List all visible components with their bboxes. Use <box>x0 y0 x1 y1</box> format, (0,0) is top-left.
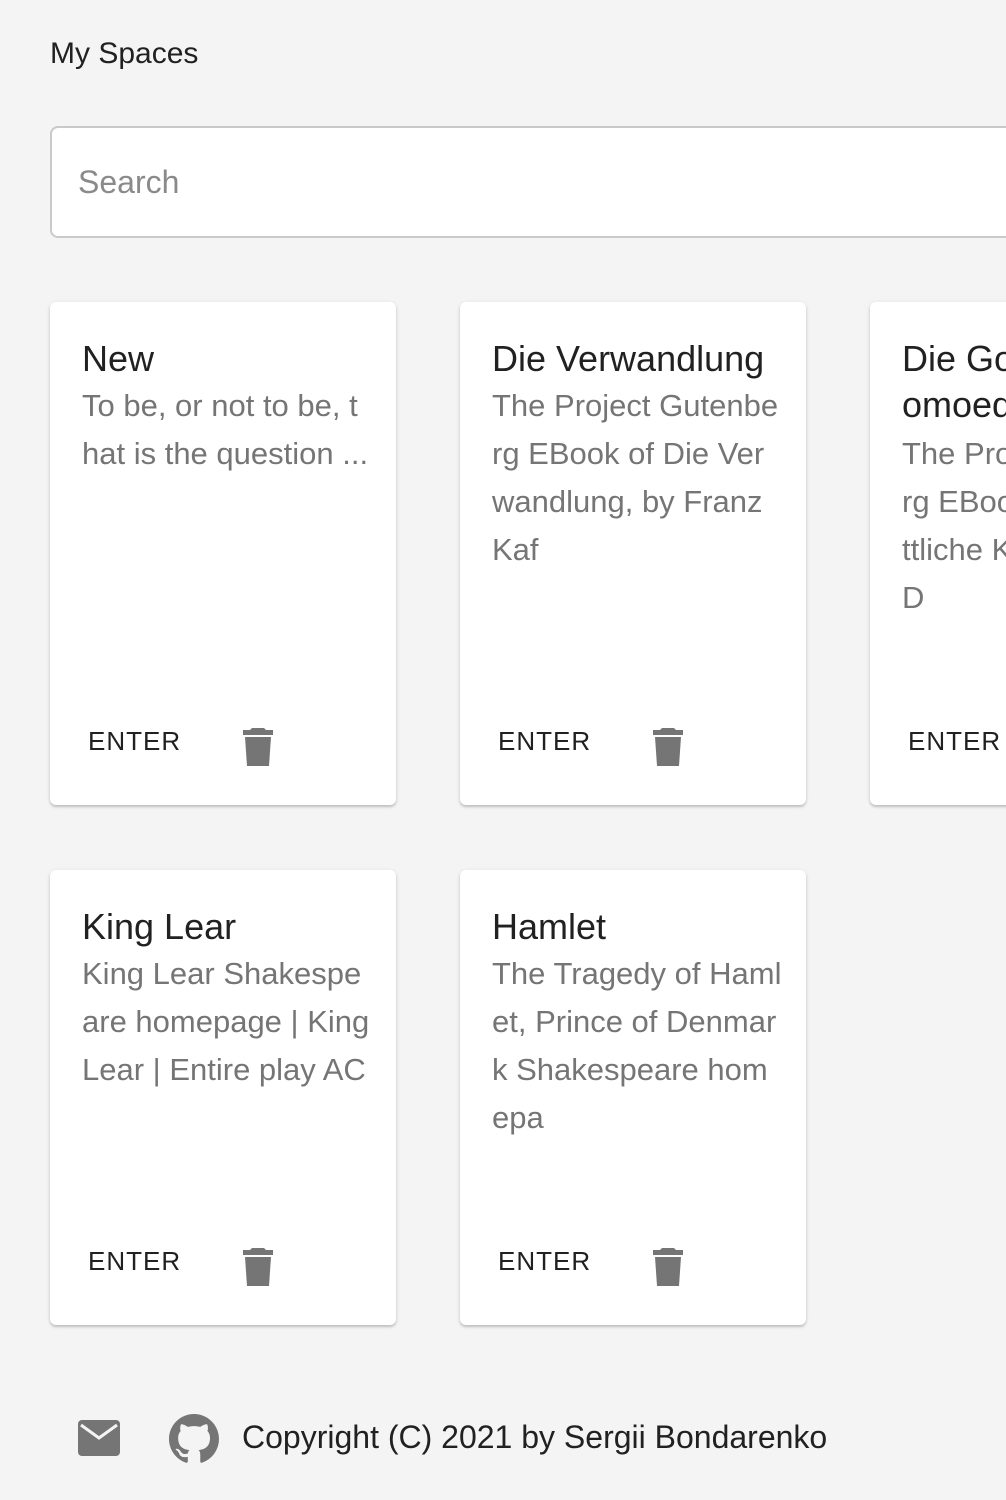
mail-button[interactable] <box>72 1412 126 1466</box>
card-title: Die Goettliche Komoedie <box>902 338 1006 425</box>
enter-button[interactable]: ENTER <box>490 713 590 769</box>
mail-icon <box>78 1419 120 1459</box>
enter-button[interactable]: ENTER <box>80 1233 180 1289</box>
github-icon <box>169 1413 219 1467</box>
footer: Copyright (C) 2021 by Sergii Bondarenko <box>0 1400 1006 1476</box>
enter-button[interactable]: ENTER <box>80 713 180 769</box>
space-card-hamlet: Hamlet The Tragedy of Hamlet, Prince of … <box>460 870 806 1325</box>
card-preview: The Project Gutenberg EBook of Die Goett… <box>902 436 1006 615</box>
trash-icon <box>228 1248 288 1286</box>
trash-icon <box>638 1248 698 1286</box>
space-card-die-verwandlung: Die Verwandlung The Project Gutenberg EB… <box>460 302 806 805</box>
space-card-die-goettliche-komoedie: Die Goettliche Komoedie The Project Gute… <box>870 302 1006 805</box>
delete-button[interactable] <box>228 1232 288 1292</box>
card-preview: The Project Gutenberg EBook of Die Verwa… <box>492 388 779 567</box>
card-title: Hamlet <box>492 906 607 947</box>
card-preview: The Tragedy of Hamlet, Prince of Denmark… <box>492 956 782 1135</box>
card-title: King Lear <box>82 906 237 947</box>
card-title: Die Verwandlung <box>492 338 765 379</box>
card-title: New <box>82 338 155 379</box>
delete-button[interactable] <box>638 1232 698 1292</box>
search-input[interactable] <box>78 128 978 236</box>
space-card-king-lear: King Lear King Lear Shakespeare homepage… <box>50 870 396 1325</box>
page: My Spaces New To be, or not to be, that … <box>0 0 1006 1500</box>
trash-icon <box>638 728 698 766</box>
copyright-text: Copyright (C) 2021 by Sergii Bondarenko <box>242 1419 828 1455</box>
delete-button[interactable] <box>638 712 698 772</box>
card-preview: To be, or not to be, that is the questio… <box>82 388 369 471</box>
trash-icon <box>228 728 288 766</box>
github-button[interactable] <box>166 1412 222 1468</box>
page-title: My Spaces <box>50 37 199 70</box>
card-preview: King Lear Shakespeare homepage | King Le… <box>82 956 370 1087</box>
search-box[interactable] <box>50 126 1006 238</box>
space-card-new: New To be, or not to be, that is the que… <box>50 302 396 805</box>
delete-button[interactable] <box>228 712 288 772</box>
enter-button[interactable]: ENTER <box>900 713 1000 769</box>
enter-button[interactable]: ENTER <box>490 1233 590 1289</box>
